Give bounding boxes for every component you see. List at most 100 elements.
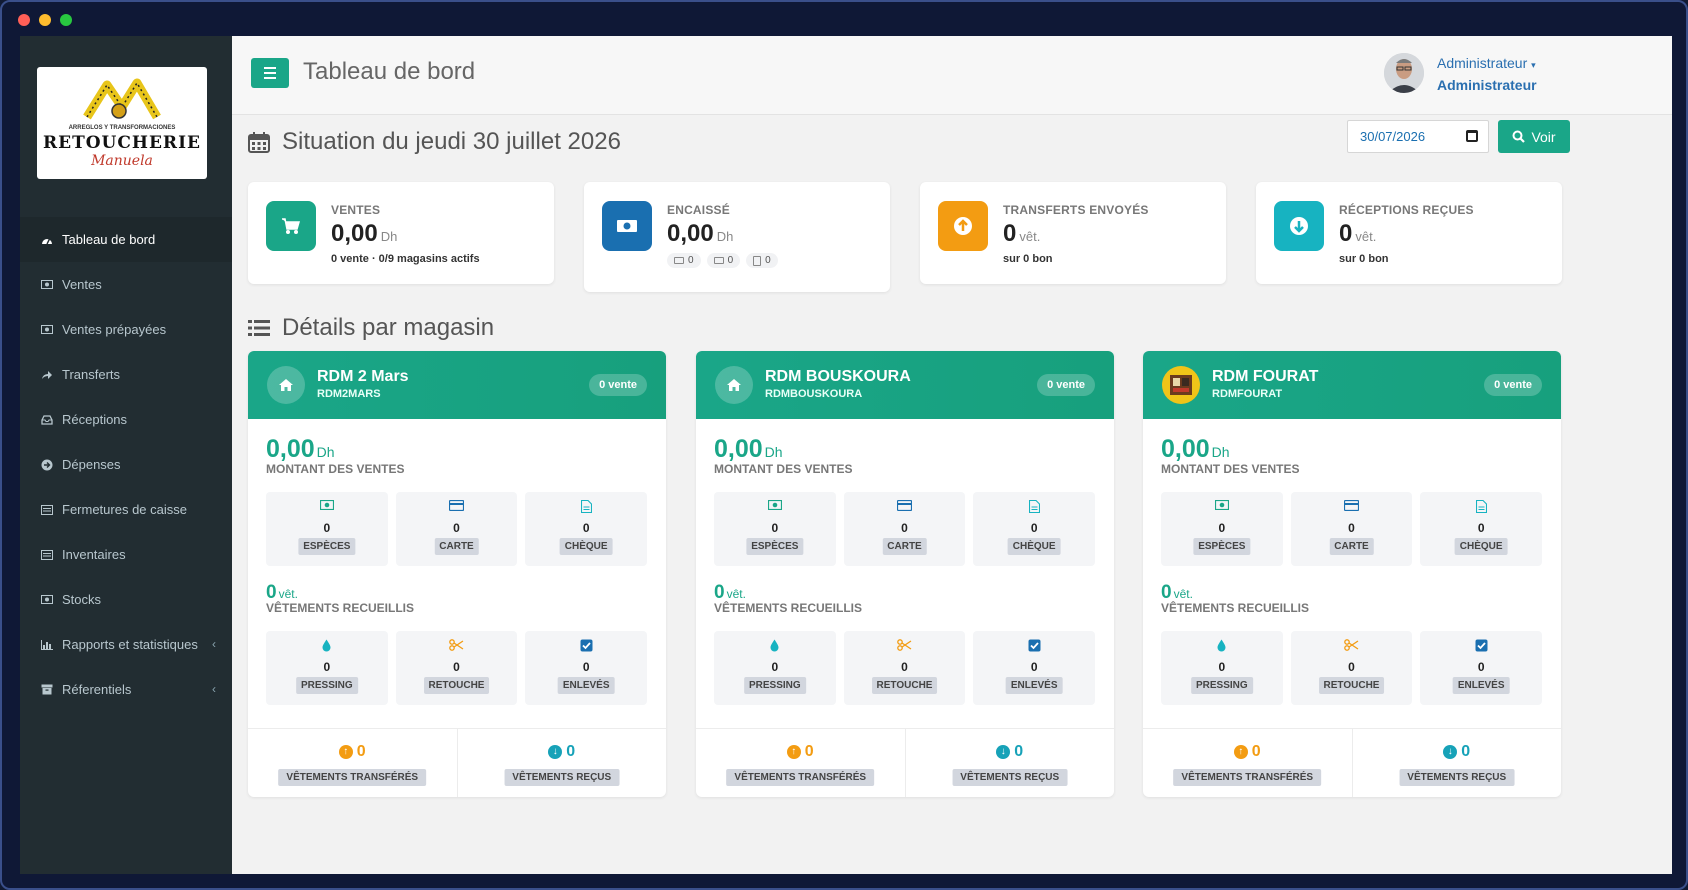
archive-icon [38,684,56,695]
scissors-icon [897,639,912,651]
credit-card-icon [897,500,912,511]
sidebar-item-label: Inventaires [62,547,126,562]
chevron-left-icon[interactable]: ‹ [212,637,216,651]
logo[interactable]: ARREGLOS Y TRANSFORMACIONES RETOUCHERIE … [37,67,207,179]
scissors-icon [449,639,464,651]
sidebar-item-label: Réceptions [62,412,128,427]
transferes-value: 0 [1251,743,1261,760]
pill-value: 0 [765,255,771,266]
arrow-up-circle-icon: ↑ [1233,745,1248,759]
check-square-icon [580,639,593,652]
sidebar-item-receptions[interactable]: Réceptions [20,397,232,442]
stat-label: ENCAISSÉ [667,203,730,217]
sidebar-item-transferts[interactable]: Transferts [20,352,232,397]
arrow-up-circle-icon [938,201,988,251]
store-header: RDM BOUSKOURA RDMBOUSKOURA 0 vente [696,351,1114,419]
maximize-dot[interactable] [60,14,72,26]
pressing-label: PRESSING [743,677,806,694]
store-amount-value: 0,00 [714,435,763,463]
money-icon [38,595,56,604]
recus-value: 0 [566,743,576,760]
calendar-icon [248,132,270,153]
sidebar-item-referentiels[interactable]: Réferentiels ‹ [20,667,232,712]
bar-chart-icon [38,639,56,650]
store-header: RDM 2 Mars RDM2MARS 0 vente [248,351,666,419]
sidebar-item-depenses[interactable]: Dépenses [20,442,232,487]
carte-value: 0 [1348,521,1355,535]
page-title: Tableau de bord [303,58,476,85]
store-amount-unit: Dh [316,444,335,460]
especes-label: ESPÈCES [746,538,804,555]
user-name[interactable]: Administrateur [1437,55,1527,71]
user-menu[interactable]: Administrateur ▾ Administrateur [1437,53,1537,95]
sidebar-item-fermetures-de-caisse[interactable]: Fermetures de caisse [20,487,232,532]
cheque-tile: 0 CHÈQUE [973,492,1096,566]
sidebar-item-inventaires[interactable]: Inventaires [20,532,232,577]
close-dot[interactable] [18,14,30,26]
pressing-value: 0 [1218,660,1226,674]
stat-unit: vêt. [1355,229,1377,244]
sidebar-item-label: Rapports et statistiques [62,637,198,652]
cheque-value: 0 [582,521,590,535]
arrow-down-circle-icon: ↓ [548,745,563,759]
transferes-cell: ↑ 0 VÊTEMENTS TRANSFÉRÉS [248,729,457,797]
file-text-icon [580,500,592,513]
file-icon [753,255,762,266]
retouche-label: RETOUCHE [871,677,938,694]
sidebar-item-ventes-prepayees[interactable]: Ventes prépayées [20,307,232,352]
store-vetements-value: 0 [1161,582,1172,603]
sidebar-item-label: Fermetures de caisse [62,502,187,517]
sidebar-menu: Tableau de bord Ventes Ventes prépayées Tra… [20,217,232,712]
situation-title: Situation du jeudi 30 juillet 2026 [282,128,621,155]
stat-sub: sur 0 bon [1003,253,1053,265]
sidebar-item-stocks[interactable]: Stocks [20,577,232,622]
recus-value: 0 [1461,743,1471,760]
stat-card-encaisse: ENCAISSÉ 0,00 Dh 0 0 0 [584,182,890,292]
cash-icon [767,500,782,510]
sidebar-item-tableau-de-bord[interactable]: Tableau de bord [20,217,232,262]
menu-toggle-button[interactable] [251,58,289,88]
pressing-value: 0 [771,660,779,674]
sidebar-item-rapports-et-statistiques[interactable]: Rapports et statistiques ‹ [20,622,232,667]
sidebar-item-ventes[interactable]: Ventes [20,262,232,307]
store-code: RDM2MARS [317,388,381,400]
dashboard-icon [38,235,56,245]
chevron-left-icon[interactable]: ‹ [212,682,216,696]
cheque-tile: 0 CHÈQUE [525,492,648,566]
credit-card-icon [449,500,464,511]
user-avatar[interactable] [1384,53,1424,93]
stat-label: TRANSFERTS ENVOYÉS [1003,203,1149,217]
especes-label: ESPÈCES [1193,538,1251,555]
cheque-label: CHÈQUE [1007,538,1061,555]
store-vetements-unit: vêt. [726,587,746,601]
payment-row: 0 ESPÈCES 0 CARTE 0 CHÈQUE [266,492,648,566]
especes-tile: 0 ESPÈCES [714,492,836,566]
retouche-value: 0 [453,660,460,674]
calendar-picker-icon[interactable] [1466,130,1478,142]
list-icon [38,504,56,515]
voir-button[interactable]: Voir [1498,120,1570,153]
sidebar-item-label: Transferts [62,367,121,382]
enleves-tile: 0 ENLEVÉS [973,631,1096,705]
retouche-label: RETOUCHE [1318,677,1385,694]
cash-icon [1214,500,1229,510]
file-text-icon [1475,500,1487,513]
date-input[interactable]: 30/07/2026 [1347,120,1489,153]
especes-value: 0 [1218,521,1226,535]
store-name: RDM FOURAT [1212,368,1319,385]
check-square-icon [1475,639,1488,652]
retouche-value: 0 [1348,660,1355,674]
service-row: 0 PRESSING 0 RETOUCHE 0 ENLEVÉS [714,631,1096,705]
recus-cell: ↓ 0 VÊTEMENTS REÇUS [904,729,1115,797]
enleves-value: 0 [582,660,590,674]
store-avatar [1162,366,1200,404]
retouche-tile: 0 RETOUCHE [395,631,518,705]
minimize-dot[interactable] [39,14,51,26]
payment-row: 0 ESPÈCES 0 CARTE 0 CHÈQUE [1161,492,1543,566]
payment-pills: 0 0 0 [667,253,778,268]
pill-especes: 0 [667,253,701,268]
pressing-label: PRESSING [295,677,358,694]
pill-cheque: 0 [746,253,778,268]
stat-card-receptions: RÉCEPTIONS REÇUES 0 vêt. sur 0 bon [1256,182,1562,284]
store-footer: ↑ 0 VÊTEMENTS TRANSFÉRÉS ↓ 0 VÊTEMENTS REÇ… [248,728,666,797]
